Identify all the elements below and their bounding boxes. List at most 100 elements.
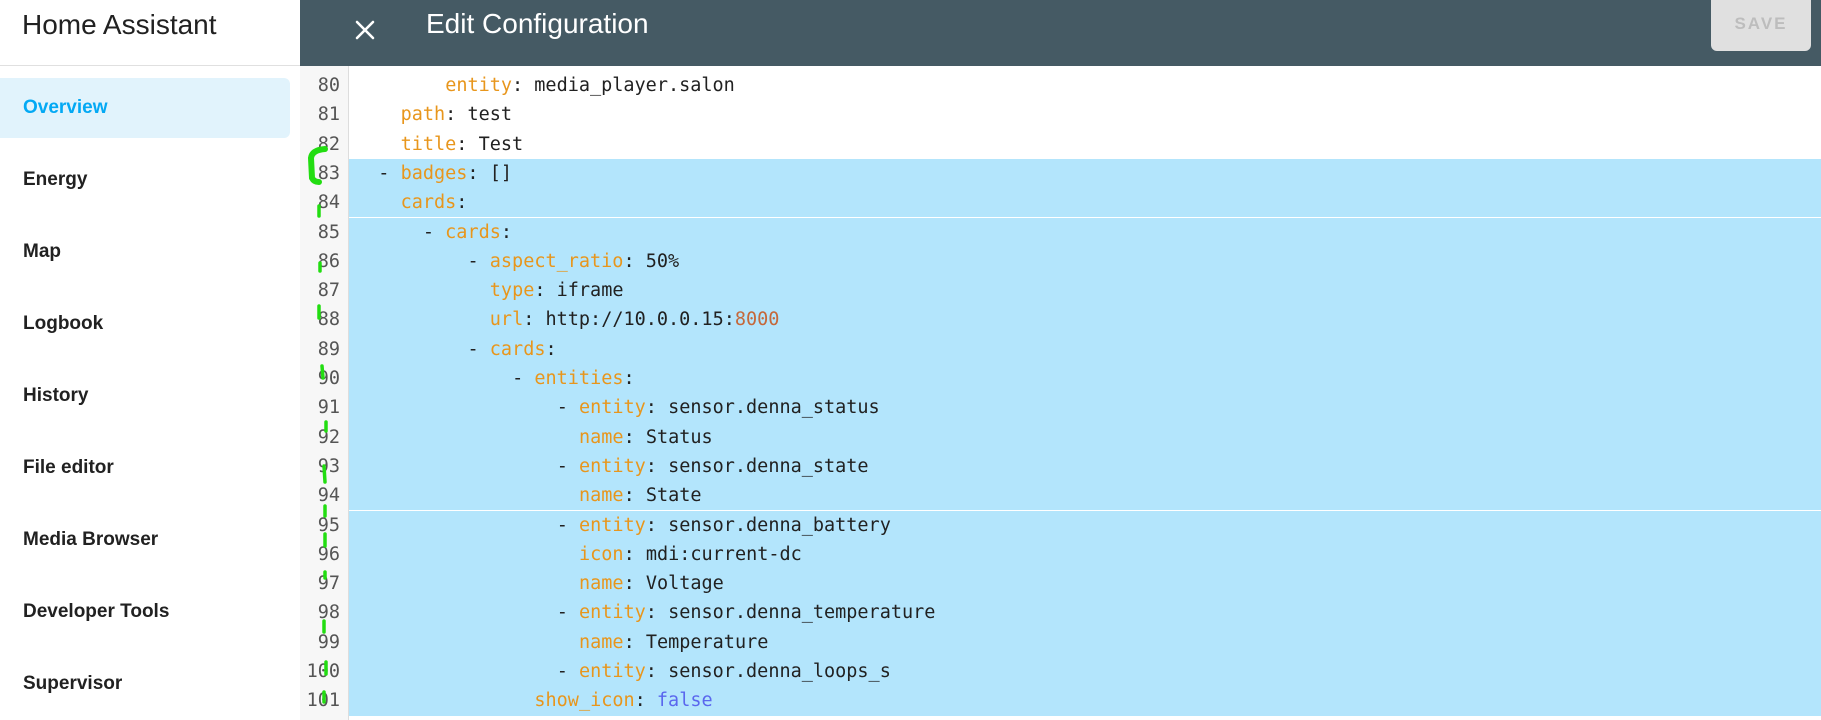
sidebar-item-energy[interactable]: Energy (0, 150, 290, 210)
colon: : (467, 162, 479, 184)
sidebar-item-history[interactable]: History (0, 366, 290, 426)
list-dash: - (556, 397, 579, 419)
code-editor[interactable]: 80 entity: media_player.salon 81 path: test… (300, 66, 1821, 720)
line-number: 81 (317, 104, 340, 126)
line-number: 85 (317, 221, 340, 243)
sidebar-item-developer-tools[interactable]: Developer Tools (0, 582, 290, 642)
yaml-value: sensor.denna_status (668, 397, 880, 419)
code-text[interactable]: cards: (349, 188, 1821, 218)
yaml-value: mdi:current-dc (645, 543, 802, 565)
line-number: 87 (317, 280, 340, 302)
code-line[interactable]: 81 path: test (300, 100, 1821, 129)
yaml-value: iframe (556, 280, 624, 302)
code-line[interactable]: 90 - entities: (300, 364, 1821, 394)
code-text[interactable]: - cards: (349, 217, 1821, 247)
code-line[interactable]: 93 - entity: sensor.denna_state (300, 451, 1821, 482)
code-line[interactable]: 88 url: http://10.0.0.15:8000 (300, 305, 1821, 335)
code-text[interactable]: name: Voltage (349, 569, 1821, 599)
code-line[interactable]: 100 - entity: sensor.denna_loops_s (300, 657, 1821, 687)
code-line[interactable]: 89 - cards: (300, 334, 1821, 364)
sidebar-item-overview[interactable]: Overview (0, 78, 290, 138)
yaml-value: media_player.salon (534, 75, 735, 96)
code-text[interactable]: - entity: sensor.denna_status (349, 393, 1821, 423)
list-dash: - (467, 338, 490, 360)
code-line[interactable]: 97 name: Voltage (300, 569, 1821, 599)
colon: : (645, 455, 657, 477)
code-text[interactable]: - entities: (349, 364, 1821, 394)
code-line[interactable]: 85 - cards: (300, 217, 1821, 247)
yaml-key: cards (400, 192, 457, 214)
line-number: 83 (317, 162, 340, 184)
code-line[interactable]: 87 type: iframe (300, 276, 1821, 306)
code-line[interactable]: 84 cards: (300, 188, 1821, 218)
line-number: 100 (306, 661, 340, 682)
sidebar-item-map[interactable]: Map (0, 222, 290, 282)
yaml-value: Status (645, 426, 713, 448)
sidebar-item-media-browser[interactable]: Media Browser (0, 510, 290, 570)
code-text[interactable]: type: iframe (349, 276, 1821, 306)
colon: : (456, 133, 468, 155)
list-dash: - (556, 455, 579, 477)
colon: : (645, 661, 657, 682)
line-number: 99 (317, 631, 340, 653)
dialog-title: Edit Configuration (426, 8, 649, 39)
code-text[interactable]: - aspect_ratio: 50% (349, 246, 1821, 277)
yaml-key: path (400, 104, 446, 126)
close-icon[interactable] (345, 10, 385, 50)
sidebar-item-supervisor[interactable]: Supervisor (0, 654, 290, 714)
code-text[interactable]: path: test (349, 100, 1821, 129)
colon: : (623, 368, 635, 389)
code-text[interactable]: - entity: sensor.denna_loops_s (349, 657, 1821, 687)
sidebar: Home Assistant Overview Energy Map Logbook H… (0, 0, 301, 720)
code-line[interactable]: 92 name: Status (300, 422, 1821, 452)
code-line[interactable]: 82 title: Test (300, 130, 1821, 159)
line-number: 96 (317, 543, 340, 565)
code-line[interactable]: 91 - entity: sensor.denna_status (300, 393, 1821, 423)
colon: : (512, 75, 524, 96)
divider (0, 65, 300, 66)
code-line[interactable]: 95 - entity: sensor.denna_battery (300, 510, 1821, 540)
save-button[interactable]: SAVE (1711, 0, 1811, 51)
code-text[interactable]: url: http://10.0.0.15:8000 (349, 305, 1821, 335)
sidebar-item-file-editor[interactable]: File editor (0, 438, 290, 498)
code-text[interactable]: - badges: [] (349, 158, 1821, 189)
colon: : (645, 397, 657, 419)
yaml-value: sensor.denna_battery (668, 514, 891, 536)
code-line[interactable]: 83 - badges: [] (300, 158, 1821, 189)
code-text[interactable]: - entity: sensor.denna_battery (349, 510, 1821, 540)
line-number: 82 (317, 133, 340, 155)
app-title: Home Assistant (22, 9, 217, 40)
code-text[interactable]: - entity: sensor.denna_state (349, 451, 1821, 482)
code-text[interactable]: name: Temperature (349, 627, 1821, 657)
code-text[interactable]: name: State (349, 481, 1821, 511)
code-text[interactable]: icon: mdi:current-dc (349, 539, 1821, 570)
line-number: 84 (317, 192, 340, 214)
line-number: 88 (317, 309, 340, 331)
line-number: 86 (317, 250, 340, 272)
yaml-key: entity (578, 397, 646, 419)
yaml-key: show_icon (534, 690, 635, 712)
code-text[interactable]: entity: media_player.salon (349, 71, 1821, 100)
code-text[interactable]: title: Test (349, 130, 1821, 159)
yaml-key: name (579, 631, 624, 653)
code-line[interactable]: 94 name: State (300, 481, 1821, 511)
colon: : (523, 309, 535, 331)
code-line[interactable]: 98 - entity: sensor.denna_temperature (300, 598, 1821, 628)
code-line[interactable]: 86 - aspect_ratio: 50% (300, 246, 1821, 277)
code-line[interactable]: 80 entity: media_player.salon (300, 71, 1821, 100)
code-line[interactable]: 99 name: Temperature (300, 627, 1821, 657)
colon: : (623, 631, 635, 653)
code-text[interactable]: name: Status (349, 422, 1821, 452)
code-text[interactable]: - cards: (349, 334, 1821, 364)
sidebar-item-logbook[interactable]: Logbook (0, 294, 290, 354)
line-number: 91 (317, 397, 340, 419)
colon: : (645, 514, 657, 536)
code-text[interactable]: - entity: sensor.denna_temperature (349, 598, 1821, 628)
code-line[interactable]: 96 icon: mdi:current-dc (300, 539, 1821, 570)
code-line[interactable]: 101 show_icon: false (300, 686, 1821, 716)
list-dash: - (422, 221, 446, 243)
list-dash: - (556, 514, 579, 536)
code-text[interactable]: show_icon: false (349, 686, 1821, 716)
yaml-value: Voltage (645, 573, 724, 595)
yaml-value: sensor.denna_state (668, 455, 869, 477)
